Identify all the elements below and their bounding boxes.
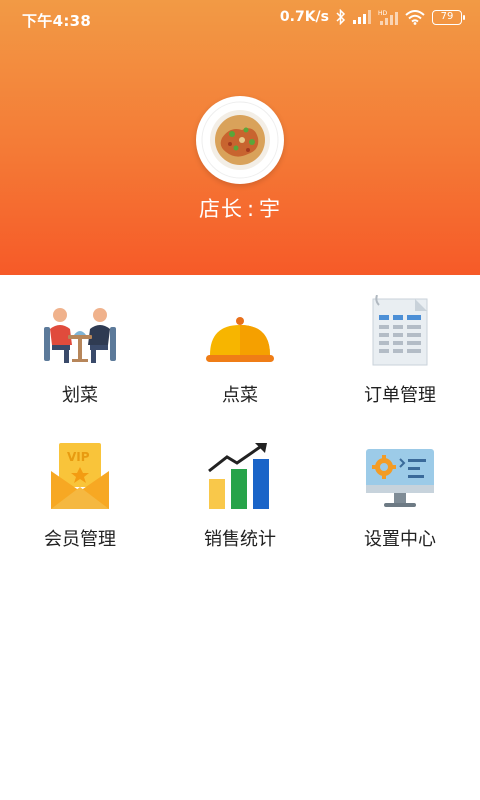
food-bowl-image <box>201 101 279 179</box>
shop-owner-label: 店长: 宇 <box>0 193 480 223</box>
menu-item-sales-statistics[interactable]: 销售统计 <box>160 429 320 551</box>
status-time: 下午4:38 <box>22 12 92 30</box>
menu-item-order-management[interactable]: 订单管理 <box>320 285 480 407</box>
dining-people-icon <box>44 308 116 363</box>
menu-item-label: 销售统计 <box>204 529 276 550</box>
header-banner: 下午4:38 0.7K/s HD 79 店长: 宇 <box>0 0 480 275</box>
wifi-icon <box>405 9 425 25</box>
order-sheet-icon <box>372 295 428 366</box>
menu-item-huacai[interactable]: 划菜 <box>0 285 160 407</box>
battery-icon: 79 <box>432 9 465 25</box>
menu-item-diancai[interactable]: 点菜 <box>160 285 320 407</box>
vip-envelope-icon: VIP <box>51 443 109 509</box>
food-cloche-icon <box>206 317 274 362</box>
menu-item-settings-center[interactable]: 设置中心 <box>320 429 480 551</box>
status-bar: 下午4:38 0.7K/s HD 79 <box>0 0 480 38</box>
settings-monitor-icon <box>366 449 434 507</box>
menu-item-member-management[interactable]: VIP 会员管理 <box>0 429 160 551</box>
menu-item-label: 会员管理 <box>44 529 116 550</box>
owner-separator: : <box>246 197 256 221</box>
function-grid: 划菜 点菜 订单管理 VIP 会员管理 销售统计 设置中心 <box>0 285 480 551</box>
svg-text:HD: HD <box>378 10 388 17</box>
svg-text:VIP: VIP <box>67 450 90 464</box>
hd-signal-icon: HD <box>378 10 398 25</box>
sales-chart-icon <box>208 443 269 509</box>
bluetooth-icon <box>336 9 346 25</box>
menu-item-label: 划菜 <box>62 385 98 406</box>
status-icons: 0.7K/s HD 79 <box>279 9 465 25</box>
owner-name: 宇 <box>259 197 282 221</box>
menu-item-label: 订单管理 <box>364 385 436 406</box>
signal-icon <box>353 10 371 24</box>
network-speed: 0.7K/s <box>279 9 329 25</box>
avatar[interactable] <box>196 96 284 184</box>
menu-item-label: 点菜 <box>222 385 258 406</box>
owner-title: 店长 <box>198 197 243 221</box>
menu-item-label: 设置中心 <box>364 529 436 550</box>
